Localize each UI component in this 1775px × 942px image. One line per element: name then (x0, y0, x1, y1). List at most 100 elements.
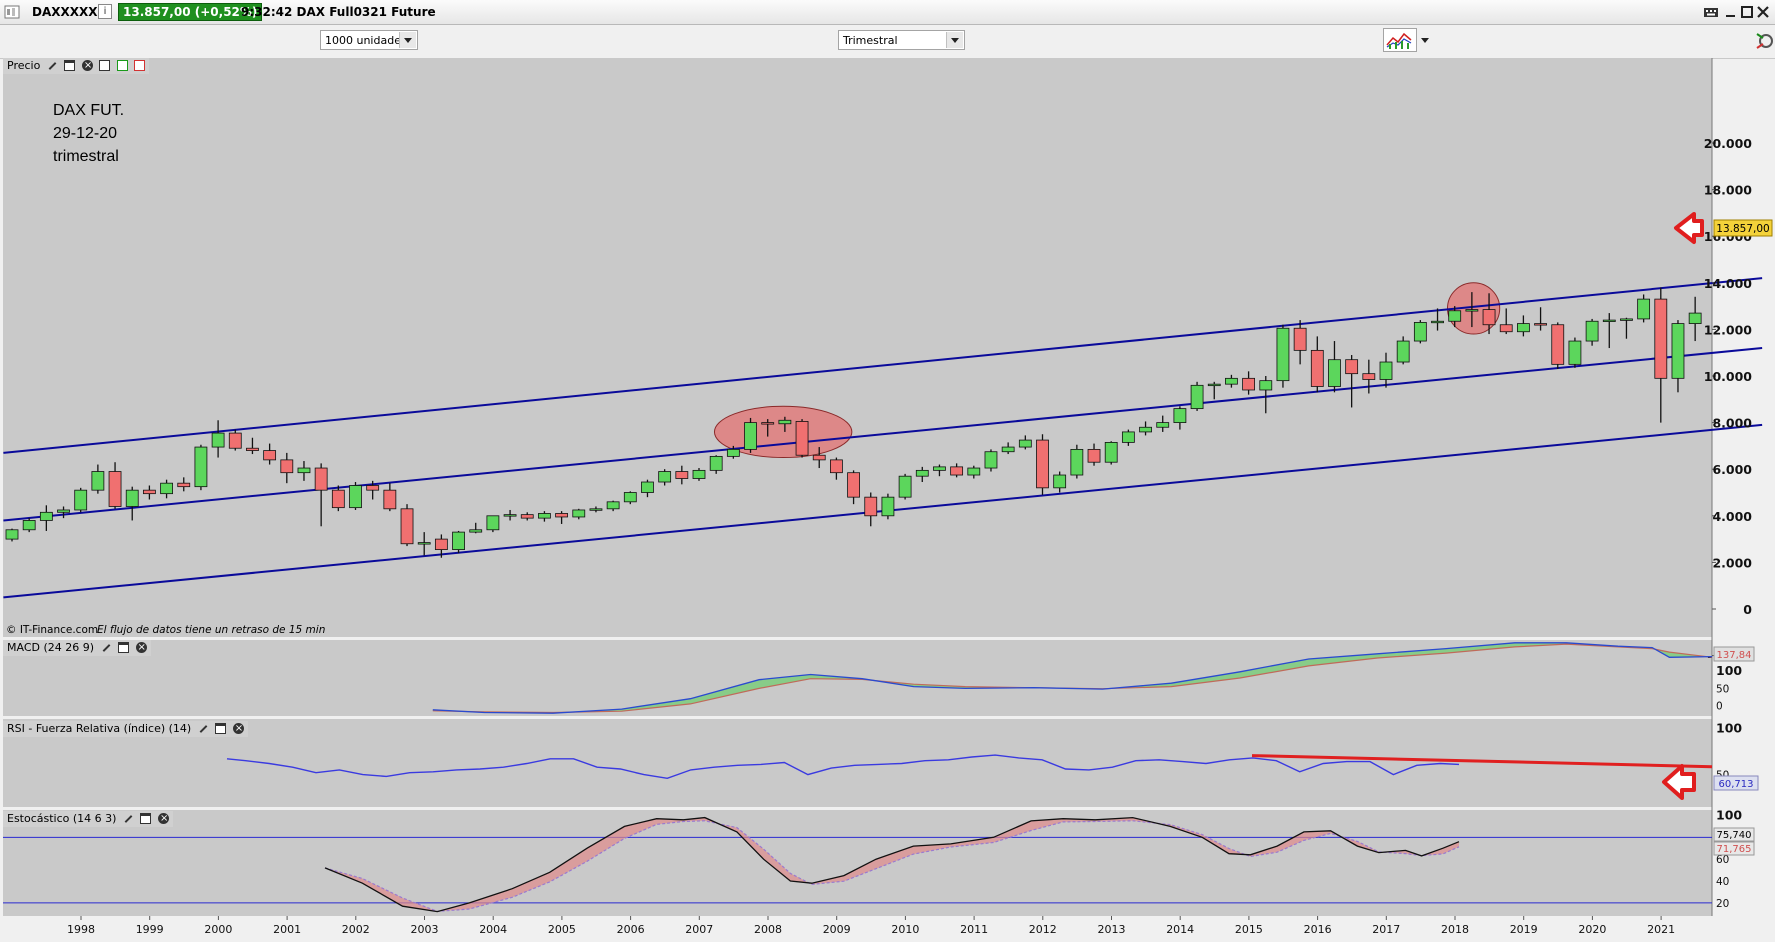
candle-body (1482, 309, 1496, 326)
x-tick-label: 2019 (1510, 923, 1538, 936)
candle-body (589, 508, 603, 511)
wrench-icon[interactable] (101, 642, 112, 653)
candle-body (915, 469, 929, 477)
candle-body (555, 513, 568, 518)
price-y-tick-label: 10.000 (1704, 369, 1753, 384)
candle-body (726, 448, 740, 457)
stoch-panel-title: Estocástico (14 6 3) (7, 812, 117, 825)
period-select[interactable]: Trimestral (838, 30, 965, 50)
candle-body (1448, 310, 1462, 322)
macd-y-tick-label: 0 (1716, 701, 1723, 713)
candle-body (830, 459, 843, 474)
period-select-value: Trimestral (843, 34, 898, 47)
candle-body (675, 471, 689, 479)
wrench-icon[interactable] (198, 723, 209, 734)
last-price-label: 13.857,00 (1716, 223, 1769, 235)
price-panel-label: Precio (3, 58, 150, 74)
remove-indicator-icon[interactable] (134, 60, 146, 71)
rsi-last-label: 60,713 (1719, 779, 1754, 790)
x-tick-label: 2002 (342, 923, 370, 936)
x-tick-label: 2005 (548, 923, 576, 936)
x-tick-label: 2014 (1166, 923, 1194, 936)
candle-body (1637, 298, 1651, 320)
candle-body (177, 482, 191, 488)
close-icon[interactable] (135, 640, 147, 656)
candle-body (795, 421, 809, 456)
close-icon[interactable] (232, 721, 244, 737)
candle-body (847, 472, 860, 498)
macd-y-axis: 100 50 0 (1716, 663, 1742, 713)
candle-body (1551, 324, 1565, 365)
stoch-panel-label: Estocástico (14 6 3) (3, 811, 173, 827)
title-bar: DAXXXXX i 13.857,00 (+0,52%) 9:32:42 DAX… (0, 0, 1775, 25)
x-tick-label: 2003 (411, 923, 439, 936)
macd-panel-label: MACD (24 26 9) (3, 640, 151, 656)
candle-body (1053, 474, 1067, 489)
maximize-icon[interactable] (1739, 4, 1755, 20)
stoch-k-label: 75,740 (1717, 830, 1752, 841)
x-tick-label: 2006 (617, 923, 645, 936)
x-tick-label: 2018 (1441, 923, 1469, 936)
candle-body (1328, 359, 1341, 387)
candle-body (297, 467, 311, 474)
add-indicator-icon[interactable] (116, 60, 128, 71)
wrench-icon[interactable] (123, 813, 134, 824)
close-icon[interactable] (157, 811, 169, 827)
x-tick-label: 2016 (1304, 923, 1332, 936)
candle-body (1585, 320, 1599, 342)
info-icon[interactable]: i (98, 4, 112, 19)
x-tick-label: 1998 (67, 923, 95, 936)
candle-body (503, 514, 517, 517)
window-icon[interactable] (118, 642, 130, 653)
candle-body (1001, 446, 1015, 453)
candle-body (984, 451, 998, 469)
candle-body (692, 469, 706, 479)
window-icon[interactable] (64, 60, 76, 71)
candle-body (39, 511, 53, 521)
stoch-y-tick-label: 20 (1716, 898, 1729, 910)
units-select[interactable]: 1000 unidades (320, 30, 418, 50)
candle-body (967, 467, 981, 476)
candle-body (744, 422, 757, 450)
move-icon[interactable] (99, 60, 111, 71)
price-y-tick-label: 14.000 (1704, 276, 1753, 291)
candle-body (280, 459, 294, 474)
minimize-icon[interactable] (1723, 4, 1739, 20)
stoch-d-label: 71,765 (1717, 844, 1752, 855)
candle-body (623, 492, 637, 503)
settings-edge-icon[interactable] (1755, 28, 1775, 54)
indicator-chart-icon[interactable] (1383, 28, 1417, 52)
candle-body (1345, 359, 1359, 375)
candle-body (641, 481, 654, 493)
candle-body (1070, 448, 1084, 476)
candle-body (658, 471, 672, 483)
candle-body (1654, 298, 1668, 379)
rsi-panel-title: RSI - Fuerza Relativa (índice) (14) (7, 722, 192, 735)
price-y-tick-label: 2.000 (1712, 555, 1752, 570)
candle-body (1379, 361, 1393, 380)
close-icon[interactable] (81, 58, 93, 74)
macd-y-tick-label: 50 (1716, 683, 1729, 695)
wrench-icon[interactable] (47, 60, 58, 71)
x-tick-label: 2007 (685, 923, 713, 936)
x-tick-label: 2008 (754, 923, 782, 936)
candle-body (1602, 319, 1616, 322)
candle-body (1620, 318, 1633, 321)
window-icon[interactable] (140, 813, 152, 824)
x-tick-label: 2011 (960, 923, 988, 936)
close-icon[interactable] (1755, 4, 1771, 20)
candle-body (538, 513, 551, 519)
candle-body (74, 489, 88, 511)
rsi-panel-label: RSI - Fuerza Relativa (índice) (14) (3, 721, 248, 737)
rsi-y-axis: 10050 (1716, 720, 1742, 781)
data-delay-note: El flujo de datos tiene un retraso de 15… (97, 624, 325, 636)
candle-body (864, 496, 878, 517)
price-y-tick-label: 0 (1743, 602, 1752, 617)
indicator-dropdown-arrow[interactable] (1419, 28, 1431, 52)
keyboard-icon[interactable] (1703, 4, 1719, 20)
candle-body (1534, 323, 1547, 326)
window-icon[interactable] (215, 723, 227, 734)
x-tick-label: 2015 (1235, 923, 1263, 936)
stoch-y-tick-label: 100 (1716, 807, 1742, 822)
candle-body (1396, 340, 1410, 363)
